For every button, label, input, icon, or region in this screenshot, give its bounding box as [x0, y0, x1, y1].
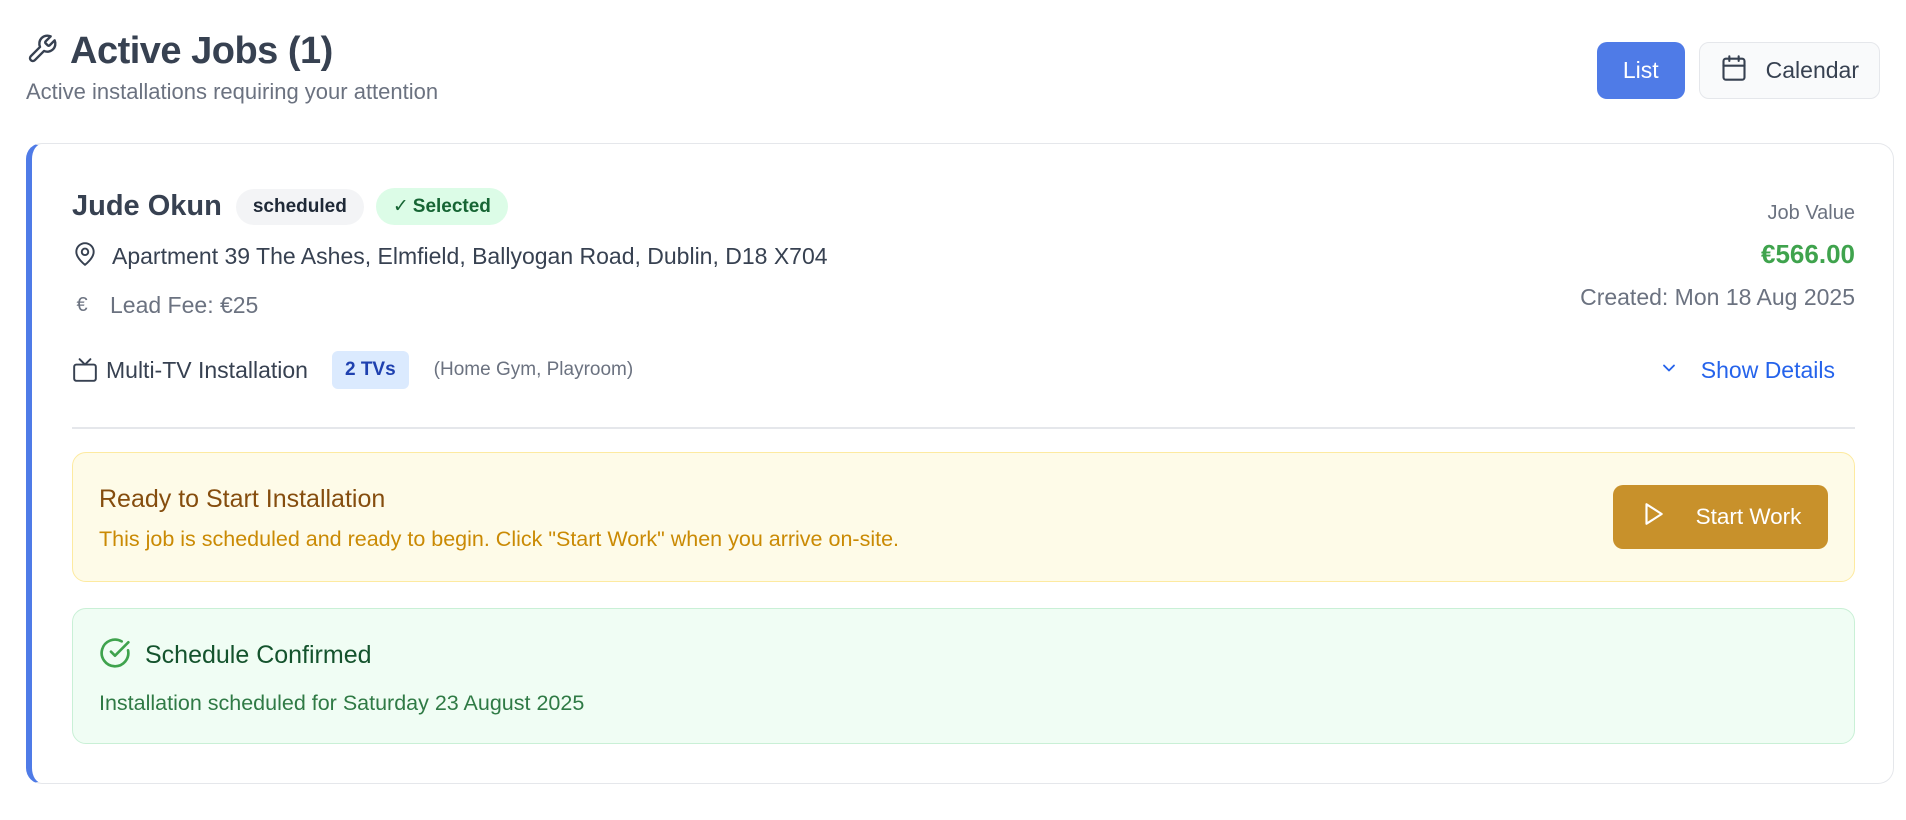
calendar-icon: [1720, 54, 1748, 88]
play-icon: [1640, 501, 1666, 533]
schedule-header: Schedule Confirmed: [99, 637, 372, 674]
calendar-view-button[interactable]: Calendar: [1698, 42, 1880, 99]
calendar-label: Calendar: [1765, 57, 1859, 83]
selected-badge: ✓ Selected: [375, 188, 508, 225]
tv-icon: [72, 357, 98, 383]
created-date: Created: Mon 18 Aug 2025: [1580, 284, 1855, 310]
page-header: Active Jobs (1) Active installations req…: [26, 30, 1880, 110]
job-address: Apartment 39 The Ashes, Elmfield, Ballyo…: [112, 243, 828, 269]
service-name: Multi-TV Installation: [106, 356, 308, 383]
job-value-label: Job Value: [1767, 202, 1855, 224]
start-work-label: Start Work: [1695, 504, 1802, 529]
ready-message: This job is scheduled and ready to begin…: [99, 527, 899, 551]
client-name: Jude Okun: [72, 190, 222, 222]
chevron-down-icon: [1659, 357, 1679, 384]
selected-badge-label: Selected: [412, 195, 491, 217]
view-toggle: List Calendar: [1596, 42, 1880, 99]
schedule-title: Schedule Confirmed: [145, 641, 372, 669]
job-value-block: Job Value €566.00 Created: Mon 18 Aug 20…: [1580, 202, 1855, 311]
rooms-list: (Home Gym, Playroom): [433, 359, 634, 380]
euro-icon: €: [76, 294, 88, 316]
check-icon: ✓: [392, 196, 409, 217]
map-pin-icon: [72, 241, 98, 272]
status-badge: scheduled: [235, 188, 364, 225]
wrench-icon: [26, 33, 58, 70]
start-work-button[interactable]: Start Work: [1613, 485, 1828, 549]
list-view-button[interactable]: List: [1596, 42, 1685, 99]
schedule-confirmed-panel: Schedule Confirmed Installation schedule…: [72, 608, 1855, 744]
ready-to-start-panel: Ready to Start Installation This job is …: [72, 452, 1855, 582]
job-card[interactable]: Jude Okun scheduled ✓ Selected Apartment…: [26, 143, 1894, 784]
job-summary: Jude Okun scheduled ✓ Selected Apartment…: [72, 188, 1855, 319]
service-row: Multi-TV Installation 2 TVs (Home Gym, P…: [72, 350, 1855, 390]
job-value-amount: €566.00: [1761, 239, 1855, 269]
page-title: Active Jobs (1): [70, 30, 333, 72]
check-circle-icon: [99, 637, 131, 674]
show-details-label: Show Details: [1700, 356, 1835, 383]
lead-fee: Lead Fee: €25: [110, 292, 259, 318]
divider: [72, 427, 1855, 429]
ready-title: Ready to Start Installation: [99, 485, 386, 513]
schedule-text: Installation scheduled for Saturday 23 A…: [99, 691, 585, 715]
tv-count-badge: 2 TVs: [331, 351, 409, 389]
show-details-button[interactable]: Show Details: [1659, 357, 1835, 384]
